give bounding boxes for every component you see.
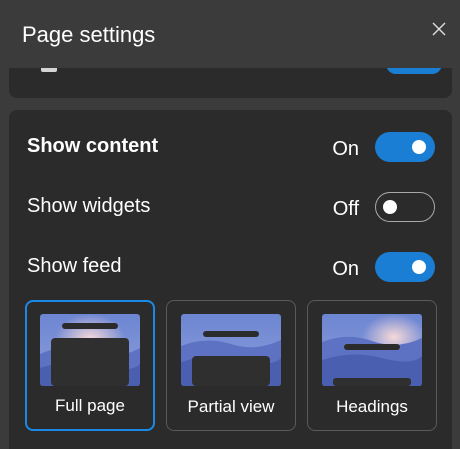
- setting-row-show-feed: Show feed On: [9, 247, 452, 287]
- page-settings-panel: Page settings Show content On Show widge…: [0, 0, 460, 449]
- page-title: Page settings: [22, 22, 156, 47]
- toggle-knob: [412, 260, 426, 274]
- show-feed-toggle[interactable]: [375, 252, 435, 282]
- layout-option-label: Partial view: [187, 397, 275, 416]
- layout-options: Full page Partial view Headings: [25, 300, 437, 434]
- setting-state: Off: [332, 198, 359, 220]
- layout-option-label: Headings: [336, 397, 408, 416]
- previous-settings-card: [9, 68, 452, 98]
- close-icon: [432, 22, 446, 36]
- setting-label: Show feed: [27, 255, 122, 277]
- close-button[interactable]: [426, 16, 452, 42]
- layout-option-headings[interactable]: Headings: [307, 300, 437, 431]
- setting-label: Show content: [27, 135, 159, 157]
- setting-row-show-widgets: Show widgets Off: [9, 187, 452, 227]
- setting-label: Show widgets: [27, 195, 151, 217]
- toggle-knob: [412, 140, 426, 154]
- setting-state: On: [332, 138, 359, 160]
- toggle-knob: [383, 199, 397, 214]
- full-page-preview-image: [40, 314, 140, 386]
- content-settings-card: Show content On Show widgets Off Show fe…: [9, 110, 452, 449]
- clipped-label: [41, 68, 57, 72]
- setting-row-show-content: Show content On: [9, 127, 452, 167]
- layout-option-label: Full page: [55, 396, 125, 415]
- show-widgets-toggle[interactable]: [375, 192, 435, 222]
- clipped-toggle[interactable]: [386, 68, 442, 74]
- headings-preview-image: [322, 314, 422, 386]
- layout-option-full-page[interactable]: Full page: [25, 300, 155, 431]
- layout-option-partial-view[interactable]: Partial view: [166, 300, 296, 431]
- show-content-toggle[interactable]: [375, 132, 435, 162]
- partial-view-preview-image: [181, 314, 281, 386]
- setting-state: On: [332, 258, 359, 280]
